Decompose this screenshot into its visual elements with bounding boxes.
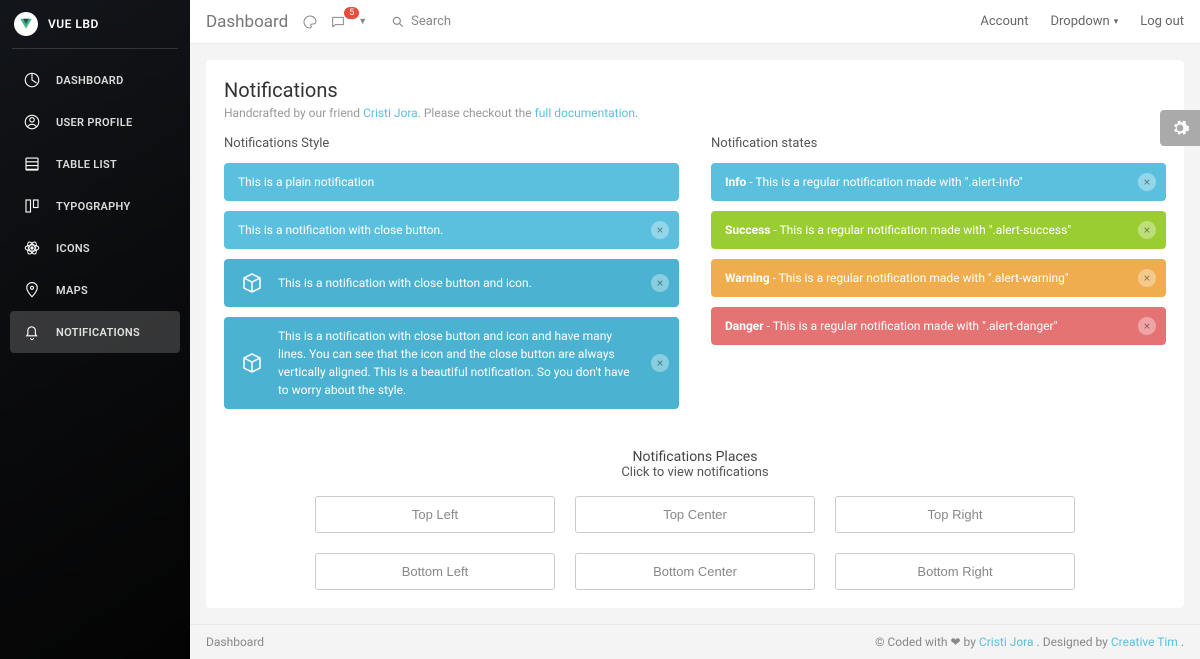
card-title: Notifications xyxy=(224,78,1166,102)
alert-info: Info - This is a regular notification ma… xyxy=(711,163,1166,201)
alert-success: Success - This is a regular notification… xyxy=(711,211,1166,249)
sidebar-nav: DASHBOARD USER PROFILE TABLE LIST TYPOGR… xyxy=(0,59,190,353)
close-icon[interactable]: × xyxy=(651,354,669,372)
page-title: Dashboard xyxy=(206,12,288,32)
close-icon[interactable]: × xyxy=(1138,221,1156,239)
palette-icon[interactable] xyxy=(302,14,318,30)
footer-designer-link[interactable]: Creative Tim xyxy=(1111,635,1178,649)
notification-places: Notifications Places Click to view notif… xyxy=(224,449,1166,590)
notification-states-col: Notification states Info - This is a reg… xyxy=(711,136,1166,419)
close-icon[interactable]: × xyxy=(651,221,669,239)
footer: Dashboard © Coded with ❤ by Cristi Jora.… xyxy=(190,624,1200,659)
search-icon xyxy=(391,15,405,29)
alert-plain: This is a plain notification xyxy=(224,163,679,201)
sidebar-item-notifications[interactable]: NOTIFICATIONS xyxy=(10,311,180,353)
cube-icon xyxy=(238,349,266,377)
sidebar-item-label: DASHBOARD xyxy=(56,74,124,87)
notification-badge: 5 xyxy=(344,7,359,19)
card: Notifications Handcrafted by our friend … xyxy=(206,60,1184,608)
dropdown-link[interactable]: Dropdown ▾ xyxy=(1050,14,1118,29)
close-icon[interactable]: × xyxy=(1138,173,1156,191)
alert-warning: Warning - This is a regular notification… xyxy=(711,259,1166,297)
divider xyxy=(12,48,178,49)
close-icon[interactable]: × xyxy=(1138,317,1156,335)
sidebar-item-user-profile[interactable]: USER PROFILE xyxy=(10,101,180,143)
chat-icon[interactable]: 5 xyxy=(330,14,346,30)
sidebar-item-label: TABLE LIST xyxy=(56,158,117,171)
sidebar-item-label: USER PROFILE xyxy=(56,116,132,129)
list-icon xyxy=(22,154,42,174)
sidebar-item-label: ICONS xyxy=(56,242,90,255)
atom-icon xyxy=(22,238,42,258)
sidebar-item-label: NOTIFICATIONS xyxy=(56,326,140,339)
notifications-style-col: Notifications Style This is a plain noti… xyxy=(224,136,679,419)
heart-icon: ❤ xyxy=(950,635,960,649)
place-bottom-center-button[interactable]: Bottom Center xyxy=(575,553,815,590)
alert-with-close: This is a notification with close button… xyxy=(224,211,679,249)
chart-icon xyxy=(22,70,42,90)
sidebar-item-maps[interactable]: MAPS xyxy=(10,269,180,311)
sidebar-item-typography[interactable]: TYPOGRAPHY xyxy=(10,185,180,227)
brand[interactable]: VUE LBD xyxy=(0,0,190,48)
sidebar-item-table-list[interactable]: TABLE LIST xyxy=(10,143,180,185)
footer-author-link[interactable]: Cristi Jora xyxy=(979,635,1034,649)
author-link[interactable]: Cristi Jora xyxy=(363,106,418,120)
search[interactable]: Search xyxy=(391,14,451,29)
settings-tab[interactable] xyxy=(1160,110,1200,146)
topbar: Dashboard 5 ▼ Search Account Dropdown ▾ … xyxy=(190,0,1200,44)
sidebar-item-dashboard[interactable]: DASHBOARD xyxy=(10,59,180,101)
chevron-down-icon[interactable]: ▼ xyxy=(358,16,367,27)
sidebar-item-icons[interactable]: ICONS xyxy=(10,227,180,269)
place-bottom-right-button[interactable]: Bottom Right xyxy=(835,553,1075,590)
gear-icon xyxy=(1170,118,1190,138)
close-icon[interactable]: × xyxy=(651,274,669,292)
vue-logo-icon xyxy=(14,12,38,36)
sidebar: VUE LBD DASHBOARD USER PROFILE TABLE LIS… xyxy=(0,0,190,659)
alert-multiline: This is a notification with close button… xyxy=(224,317,679,409)
close-icon[interactable]: × xyxy=(1138,269,1156,287)
col-title: Notification states xyxy=(711,136,1166,151)
cube-icon xyxy=(238,269,266,297)
typography-icon xyxy=(22,196,42,216)
logout-link[interactable]: Log out xyxy=(1140,14,1184,29)
place-bottom-left-button[interactable]: Bottom Left xyxy=(315,553,555,590)
bell-icon xyxy=(22,322,42,342)
main: Dashboard 5 ▼ Search Account Dropdown ▾ … xyxy=(190,0,1200,659)
documentation-link[interactable]: full documentation xyxy=(535,106,635,120)
pin-icon xyxy=(22,280,42,300)
alert-danger: Danger - This is a regular notification … xyxy=(711,307,1166,345)
col-title: Notifications Style xyxy=(224,136,679,151)
places-sub: Click to view notifications xyxy=(224,465,1166,480)
brand-name: VUE LBD xyxy=(48,17,99,31)
account-link[interactable]: Account xyxy=(980,14,1028,29)
user-icon xyxy=(22,112,42,132)
card-subtitle: Handcrafted by our friend Cristi Jora. P… xyxy=(224,106,1166,120)
place-top-left-button[interactable]: Top Left xyxy=(315,496,555,533)
sidebar-item-label: MAPS xyxy=(56,284,88,297)
sidebar-item-label: TYPOGRAPHY xyxy=(56,200,131,213)
places-title: Notifications Places xyxy=(224,449,1166,465)
place-top-right-button[interactable]: Top Right xyxy=(835,496,1075,533)
alert-with-icon: This is a notification with close button… xyxy=(224,259,679,307)
chevron-down-icon: ▾ xyxy=(1114,17,1119,27)
topbar-icons: 5 ▼ xyxy=(302,14,367,30)
place-top-center-button[interactable]: Top Center xyxy=(575,496,815,533)
search-label: Search xyxy=(411,14,451,29)
footer-left[interactable]: Dashboard xyxy=(206,635,264,649)
